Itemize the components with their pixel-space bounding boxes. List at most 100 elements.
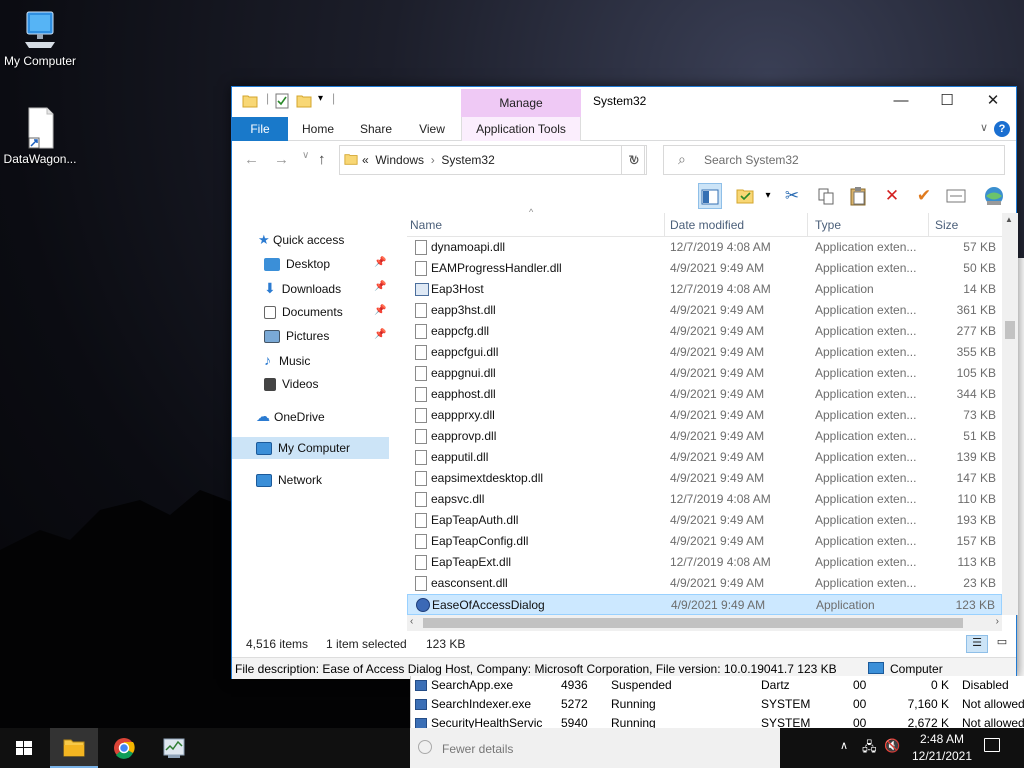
vertical-scrollbar[interactable]: ▲ — [1002, 213, 1018, 615]
file-row[interactable]: eappprxy.dll 4/9/2021 9:49 AM Application … — [407, 405, 1002, 426]
column-header-type[interactable]: Type — [815, 218, 841, 232]
file-row[interactable]: Eap3Host 12/7/2019 4:08 AM Application 14 K… — [407, 279, 1002, 300]
file-row[interactable]: eapputil.dll 4/9/2021 9:49 AM Application … — [407, 447, 1002, 468]
select-all-icon[interactable] — [944, 183, 968, 209]
column-header-size[interactable]: Size — [935, 218, 958, 232]
nav-network[interactable]: Network — [256, 469, 322, 491]
file-row[interactable]: eappcfg.dll 4/9/2021 9:49 AM Application e… — [407, 321, 1002, 342]
forward-arrow-icon[interactable]: → — [274, 151, 289, 168]
copy-icon[interactable] — [814, 183, 838, 209]
nav-videos[interactable]: Videos — [264, 373, 318, 395]
file-row[interactable]: EaseOfAccessDialog 4/9/2021 9:49 AM Applic… — [407, 594, 1002, 615]
tab-application-tools[interactable]: Application Tools — [461, 117, 581, 141]
column-header-date[interactable]: Date modified — [670, 218, 744, 232]
taskbar-task-manager[interactable] — [150, 728, 198, 768]
properties-icon[interactable] — [274, 93, 290, 112]
nav-desktop[interactable]: Desktop — [264, 253, 330, 275]
nav-downloads[interactable]: ⬇ Downloads — [264, 277, 341, 299]
nav-onedrive[interactable]: ☁ OneDrive — [256, 405, 325, 427]
pin-icon[interactable]: 📌 — [374, 281, 386, 292]
start-button[interactable] — [0, 728, 48, 768]
maximize-button[interactable]: ☐ — [924, 87, 970, 117]
process-row[interactable]: SearchIndexer.exe 5272 Running SYSTEM 00 7,16… — [411, 695, 1024, 714]
file-row[interactable]: dynamoapi.dll 12/7/2019 4:08 AM Applicatio… — [407, 237, 1002, 258]
column-divider[interactable] — [807, 213, 808, 237]
scroll-up-icon[interactable]: ▲ — [1005, 215, 1013, 224]
tab-file[interactable]: File — [232, 117, 288, 141]
title-bar[interactable]: | ▾ | Manage System32 — ☐ ✕ — [232, 87, 1016, 117]
file-row[interactable]: eappgnui.dll 4/9/2021 9:49 AM Application … — [407, 363, 1002, 384]
properties-folder-icon[interactable] — [734, 183, 758, 209]
nav-pictures[interactable]: Pictures — [264, 325, 329, 347]
rename-check-icon[interactable]: ✔ — [912, 183, 936, 209]
help-icon[interactable]: ? — [994, 121, 1010, 137]
tab-share[interactable]: Share — [352, 117, 400, 141]
cut-icon[interactable]: ✂ — [780, 183, 804, 209]
clock-date[interactable]: 12/21/2021 — [908, 749, 976, 763]
pin-icon[interactable]: 📌 — [374, 257, 386, 268]
clock-time[interactable]: 2:48 AM — [912, 732, 972, 746]
breadcrumb-separator-icon[interactable]: › — [431, 153, 435, 167]
file-row[interactable]: eapsimextdesktop.dll 4/9/2021 9:49 AM Appl… — [407, 468, 1002, 489]
nav-my-computer[interactable]: My Computer — [232, 437, 389, 459]
pin-icon[interactable]: 📌 — [374, 305, 386, 316]
vertical-scroll-thumb[interactable] — [1005, 321, 1015, 339]
search-box[interactable]: ⌕ Search System32 — [663, 145, 1005, 175]
breadcrumb-system32[interactable]: System32 — [441, 153, 494, 167]
close-button[interactable]: ✕ — [970, 87, 1016, 117]
scroll-right-icon[interactable]: › — [996, 616, 999, 627]
network-globe-icon[interactable] — [982, 183, 1006, 209]
desktop-icon-my-computer[interactable]: My Computer — [0, 8, 80, 68]
nav-music[interactable]: ♪ Music — [264, 349, 310, 371]
paste-icon[interactable] — [846, 183, 870, 209]
delete-icon[interactable]: ✕ — [880, 183, 904, 209]
up-arrow-icon[interactable]: ↑ — [318, 151, 326, 168]
file-row[interactable]: EapTeapAuth.dll 4/9/2021 9:49 AM Applicati… — [407, 510, 1002, 531]
file-row[interactable]: EapTeapConfig.dll 4/9/2021 9:49 AM Applica… — [407, 531, 1002, 552]
file-row[interactable]: eapprovp.dll 4/9/2021 9:49 AM Application … — [407, 426, 1002, 447]
breadcrumb-windows[interactable]: Windows — [375, 153, 424, 167]
expand-ribbon-icon[interactable]: ∨ — [980, 121, 988, 134]
network-status-icon[interactable]: 🖧 — [862, 738, 877, 760]
file-row[interactable]: easconsent.dll 4/9/2021 9:49 AM Applicatio… — [407, 573, 1002, 594]
tab-manage[interactable]: Manage — [461, 89, 581, 117]
nav-quick-access[interactable]: ★ Quick access — [258, 229, 344, 251]
nav-documents[interactable]: Documents — [264, 301, 343, 323]
column-header-name[interactable]: Name — [410, 218, 442, 232]
refresh-button[interactable]: ↻ — [621, 145, 647, 175]
file-row[interactable]: eapp3hst.dll 4/9/2021 9:49 AM Application … — [407, 300, 1002, 321]
file-row[interactable]: eappcfgui.dll 4/9/2021 9:49 AM Application… — [407, 342, 1002, 363]
file-row[interactable]: eapphost.dll 4/9/2021 9:49 AM Application … — [407, 384, 1002, 405]
desktop-icon-datawagon[interactable]: DataWagon... — [0, 106, 80, 166]
details-view-icon[interactable]: ☰ — [966, 635, 988, 653]
column-divider[interactable] — [928, 213, 929, 237]
process-row[interactable]: SearchApp.exe 4936 Suspended Dartz 00 0 K Disa… — [411, 676, 1024, 695]
tab-view[interactable]: View — [408, 117, 456, 141]
horizontal-scrollbar[interactable]: ‹ › — [407, 615, 1002, 631]
volume-muted-icon[interactable]: 🔇 — [884, 738, 900, 754]
show-hidden-icons-icon[interactable]: ∧ — [840, 739, 848, 752]
taskbar-chrome[interactable] — [100, 728, 148, 768]
scroll-left-icon[interactable]: ‹ — [410, 616, 413, 627]
taskbar-file-explorer[interactable] — [50, 728, 98, 768]
pin-icon[interactable]: 📌 — [374, 329, 386, 340]
collapse-icon[interactable] — [418, 740, 432, 754]
customize-qat-icon[interactable]: ▾ — [318, 93, 323, 104]
column-divider[interactable] — [664, 213, 665, 237]
horizontal-scroll-thumb[interactable] — [423, 618, 963, 628]
dropdown-icon[interactable]: ▾ — [756, 183, 780, 209]
file-row[interactable]: EAMProgressHandler.dll 4/9/2021 9:49 AM Ap… — [407, 258, 1002, 279]
tab-home[interactable]: Home — [294, 117, 342, 141]
recent-locations-icon[interactable]: ∨ — [302, 150, 309, 161]
notification-center-icon[interactable] — [984, 738, 1000, 752]
back-arrow-icon[interactable]: ← — [244, 151, 259, 168]
fewer-details-link[interactable]: Fewer details — [442, 742, 513, 756]
new-folder-icon[interactable] — [296, 93, 312, 112]
file-row[interactable]: eapsvc.dll 12/7/2019 4:08 AM Application e… — [407, 489, 1002, 510]
address-bar[interactable]: « Windows › System32 ∨ — [339, 145, 645, 175]
breadcrumb-overflow[interactable]: « — [362, 153, 369, 167]
large-icons-view-icon[interactable]: ▭ — [992, 635, 1012, 653]
preview-pane-icon[interactable] — [698, 183, 722, 209]
minimize-button[interactable]: — — [878, 87, 924, 117]
file-row[interactable]: EapTeapExt.dll 12/7/2019 4:08 AM Applicati… — [407, 552, 1002, 573]
